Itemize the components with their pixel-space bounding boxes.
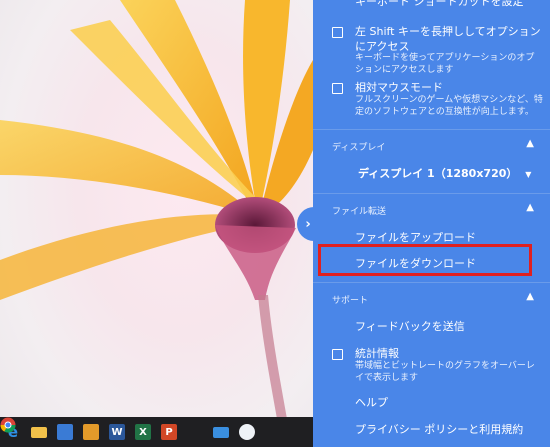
help-link[interactable]: ヘルプ <box>355 394 388 410</box>
option-key-title: 左 Shift キーを長押ししてオプションにアクセス <box>355 25 541 53</box>
divider <box>313 193 550 194</box>
powerpoint-icon[interactable]: P <box>156 417 182 447</box>
download-highlight-box <box>318 244 532 276</box>
chevron-up-icon: ▲ <box>526 138 534 149</box>
divider <box>313 129 550 130</box>
chevron-right-icon: › <box>305 216 311 232</box>
upload-file-link[interactable]: ファイルをアップロード <box>355 229 476 245</box>
remote-desktop-view[interactable]: e W X P <box>0 0 313 447</box>
options-panel: キーボード ショートカットを設定 左 Shift キーを長押ししてオプションにア… <box>313 0 550 447</box>
support-section-label: サポート <box>332 296 369 306</box>
chrome-icon[interactable] <box>0 417 208 447</box>
stats-checkbox[interactable] <box>332 349 343 360</box>
stats-desc: 帯域幅とビットレートのグラフをオーバーレイで表示します <box>355 361 535 383</box>
divider <box>313 282 550 283</box>
paint-icon[interactable] <box>234 417 260 447</box>
dropdown-arrow-icon: ▼ <box>525 170 532 179</box>
excel-icon[interactable]: X <box>130 417 156 447</box>
file-transfer-section-header[interactable]: ファイル転送 ▲ <box>313 196 550 224</box>
file-explorer-icon[interactable] <box>26 417 52 447</box>
mail-icon[interactable] <box>208 417 234 447</box>
option-key-checkbox[interactable] <box>332 27 343 38</box>
privacy-terms-link[interactable]: プライバシー ポリシーと利用規約 <box>355 421 523 437</box>
keyboard-shortcut-label: キーボード ショートカットを設定 <box>355 0 524 8</box>
display-section-header[interactable]: ディスプレイ ▲ <box>313 132 550 160</box>
support-section-header[interactable]: サポート ▲ <box>313 285 550 313</box>
display-select-value: ディスプレイ 1（1280x720） <box>358 167 518 180</box>
option-key-desc: キーボードを使ってアプリケーションのオプションにアクセスします <box>355 53 535 75</box>
display-select[interactable]: ディスプレイ 1（1280x720） ▼ <box>358 165 531 181</box>
word-icon[interactable]: W <box>104 417 130 447</box>
keyboard-shortcut-link[interactable]: キーボード ショートカットを設定 <box>355 0 545 9</box>
store-icon[interactable] <box>52 417 78 447</box>
relative-mouse-checkbox[interactable] <box>332 83 343 94</box>
chevron-up-icon: ▲ <box>526 202 534 213</box>
send-feedback-link[interactable]: フィードバックを送信 <box>355 318 465 334</box>
relative-mouse-title: 相対マウスモード <box>355 81 443 94</box>
stats-title: 統計情報 <box>355 347 399 360</box>
flower-wallpaper <box>0 0 313 447</box>
chevron-up-icon: ▲ <box>526 291 534 302</box>
taskbar: e W X P <box>0 417 313 447</box>
media-icon[interactable] <box>78 417 104 447</box>
relative-mouse-desc: フルスクリーンのゲームや仮想マシンなど、特定のソフトウェアとの互換性が向上します… <box>355 95 543 117</box>
display-section-label: ディスプレイ <box>332 143 386 153</box>
file-transfer-section-label: ファイル転送 <box>332 207 387 217</box>
